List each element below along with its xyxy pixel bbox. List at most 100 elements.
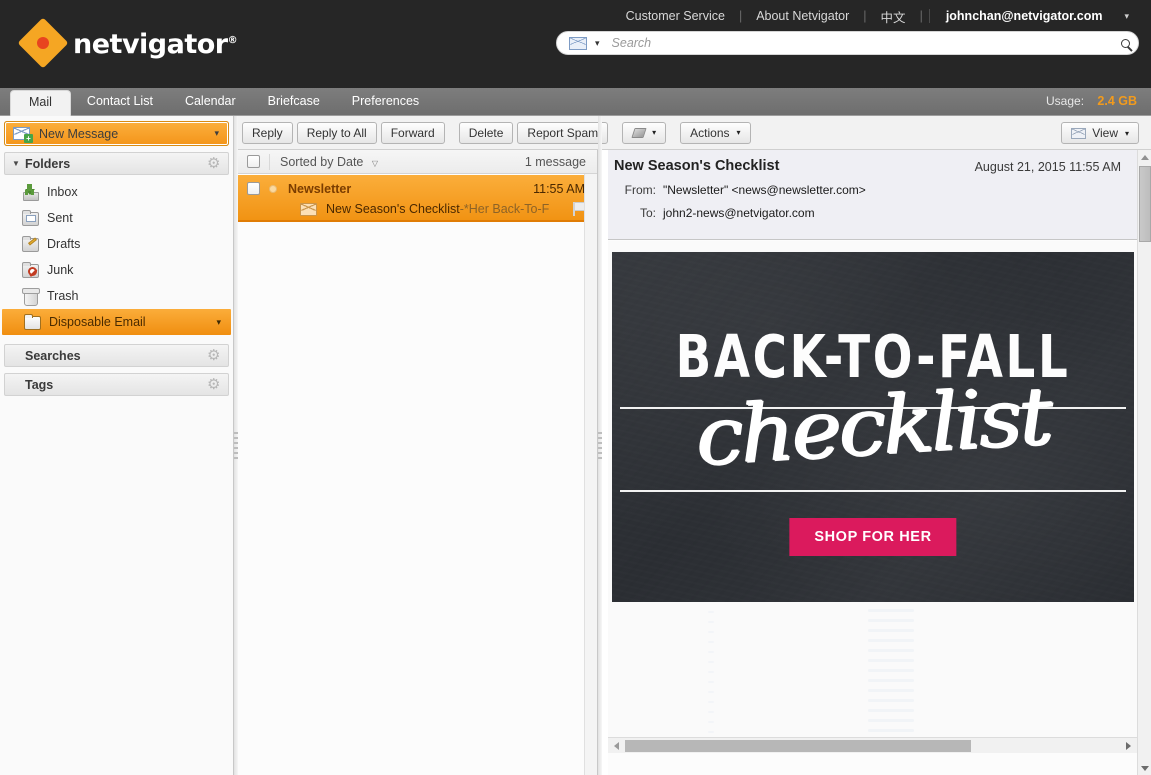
message-sender: Newsletter — [288, 182, 533, 196]
app-tab-strip: Mail Contact List Calendar Briefcase Pre… — [0, 88, 1151, 116]
folder-label: Inbox — [47, 185, 233, 199]
message-subject: New Season's Checklist — [326, 202, 460, 216]
sidebar-item-sent[interactable]: Sent — [0, 205, 233, 231]
reading-pane: New Season's Checklist August 21, 2015 1… — [608, 150, 1151, 775]
link-about-netvigator[interactable]: About Netvigator — [742, 9, 863, 23]
scroll-left-button[interactable] — [609, 738, 624, 753]
folder-icon — [22, 313, 42, 331]
folder-label: Drafts — [47, 237, 233, 251]
message-fragment: *Her Back-To-F — [464, 202, 549, 216]
message-list-header: Sorted by Date ▽ 1 message — [238, 150, 597, 174]
tag-button[interactable]: ▾ — [622, 122, 666, 144]
scroll-right-button[interactable] — [1121, 738, 1136, 753]
folders-section-label: Folders — [25, 157, 207, 171]
sidebar-item-disposable-email[interactable]: Disposable Email ▾ — [2, 309, 231, 335]
inbox-icon — [20, 183, 40, 201]
message-checkbox[interactable] — [247, 182, 260, 195]
view-caret-icon: ▾ — [1125, 129, 1129, 138]
delete-button[interactable]: Delete — [459, 122, 514, 144]
plus-badge-icon: + — [24, 134, 33, 143]
search-scope-mail-icon[interactable] — [569, 37, 587, 50]
view-mail-icon — [1071, 128, 1086, 139]
tag-icon — [632, 127, 645, 138]
new-message-button[interactable]: + New Message ▾ — [5, 122, 228, 145]
folder-label: Junk — [47, 263, 233, 277]
tab-briefcase[interactable]: Briefcase — [252, 89, 336, 116]
report-spam-button[interactable]: Report Spam — [517, 122, 608, 144]
searches-gear-icon[interactable] — [207, 349, 220, 362]
account-menu-caret-icon[interactable]: ▾ — [1114, 11, 1131, 22]
message-list-item[interactable]: Newsletter 11:55 AM New Season's Checkli… — [238, 174, 597, 222]
reading-pane-splitter[interactable] — [598, 116, 602, 775]
forward-button[interactable]: Forward — [381, 122, 445, 144]
tags-gear-icon[interactable] — [207, 378, 220, 391]
placeholder-column-primary — [868, 609, 914, 753]
shop-for-her-button[interactable]: SHOP FOR HER — [789, 518, 956, 556]
registered-mark: ® — [228, 35, 238, 46]
link-chinese[interactable]: 中文 — [867, 7, 920, 26]
body-horizontal-scrollbar[interactable] — [608, 737, 1137, 753]
netvigator-wordmark: netvigator® — [73, 29, 237, 60]
from-value[interactable]: "Newsletter" <news@newsletter.com> — [663, 183, 866, 197]
splitter-grip-icon — [598, 432, 602, 460]
sort-by-control[interactable]: Sorted by Date ▽ — [280, 155, 378, 169]
sidebar-item-trash[interactable]: Trash — [0, 283, 233, 309]
scroll-up-button[interactable] — [1138, 150, 1151, 164]
tab-preferences[interactable]: Preferences — [336, 89, 435, 116]
search-input[interactable] — [612, 36, 1112, 50]
to-value[interactable]: john2-news@netvigator.com — [663, 206, 815, 220]
logo-text-vigator: vigator — [122, 29, 228, 60]
top-utility-nav: Customer Service | About Netvigator | 中文… — [612, 4, 1131, 28]
folders-section-header[interactable]: ▼ Folders — [4, 152, 229, 175]
tab-contact-list[interactable]: Contact List — [71, 89, 169, 116]
view-button[interactable]: View ▾ — [1061, 122, 1139, 144]
sent-folder-icon — [20, 209, 40, 227]
tab-mail[interactable]: Mail — [10, 90, 71, 117]
to-label: To: — [614, 206, 656, 220]
new-message-caret-icon[interactable]: ▾ — [214, 128, 219, 139]
netvigator-logo[interactable]: netvigator® — [20, 20, 237, 66]
message-date: August 21, 2015 11:55 AM — [975, 160, 1121, 174]
tags-section-header[interactable]: Tags — [4, 373, 229, 396]
search-submit-button[interactable] — [1112, 32, 1138, 54]
banner-rule-bottom — [620, 490, 1126, 492]
scroll-down-button[interactable] — [1138, 761, 1151, 775]
placeholder-column-secondary — [708, 611, 714, 753]
sidebar-item-inbox[interactable]: Inbox — [0, 179, 233, 205]
folder-label: Trash — [47, 289, 233, 303]
reply-button[interactable]: Reply — [242, 122, 293, 144]
view-label: View — [1092, 126, 1118, 140]
webmail-app: netvigator® Customer Service | About Net… — [0, 0, 1151, 775]
tab-calendar[interactable]: Calendar — [169, 89, 252, 116]
sidebar-item-drafts[interactable]: Drafts — [0, 231, 233, 257]
tags-section-label: Tags — [25, 378, 207, 392]
searches-section-header[interactable]: Searches — [4, 344, 229, 367]
from-label: From: — [614, 183, 656, 197]
collapse-triangle-icon[interactable]: ▼ — [12, 159, 22, 168]
header-divider — [269, 154, 270, 170]
triangle-up-icon — [1141, 155, 1149, 160]
sort-by-label: Sorted by Date — [280, 155, 363, 169]
folder-label: Sent — [47, 211, 233, 225]
netvigator-diamond-icon — [20, 20, 66, 66]
triangle-right-icon — [1126, 742, 1131, 750]
account-email[interactable]: johnchan@netvigator.com — [929, 9, 1115, 23]
reading-pane-vertical-scrollbar[interactable] — [1137, 150, 1151, 775]
message-body: BACK-TO-FALL checklist SHOP FOR HER — [608, 241, 1137, 753]
reply-all-button[interactable]: Reply to All — [297, 122, 377, 144]
link-customer-service[interactable]: Customer Service — [612, 9, 739, 23]
search-scope-caret-icon[interactable]: ▾ — [595, 38, 600, 49]
trash-icon — [20, 287, 40, 305]
unread-indicator-icon[interactable] — [269, 185, 277, 193]
select-all-checkbox[interactable] — [247, 155, 260, 168]
vertical-scroll-thumb[interactable] — [1139, 166, 1151, 242]
actions-caret-icon: ▾ — [737, 128, 741, 137]
horizontal-scroll-thumb[interactable] — [625, 740, 971, 752]
sidebar-item-junk[interactable]: Junk — [0, 257, 233, 283]
usage-value: 2.4 GB — [1097, 94, 1137, 108]
email-banner-image[interactable]: BACK-TO-FALL checklist SHOP FOR HER — [612, 252, 1134, 602]
message-list-scrollbar[interactable] — [584, 174, 597, 775]
folder-menu-caret-icon[interactable]: ▾ — [216, 317, 221, 328]
actions-button[interactable]: Actions ▾ — [680, 122, 750, 144]
folders-gear-icon[interactable] — [207, 157, 220, 170]
